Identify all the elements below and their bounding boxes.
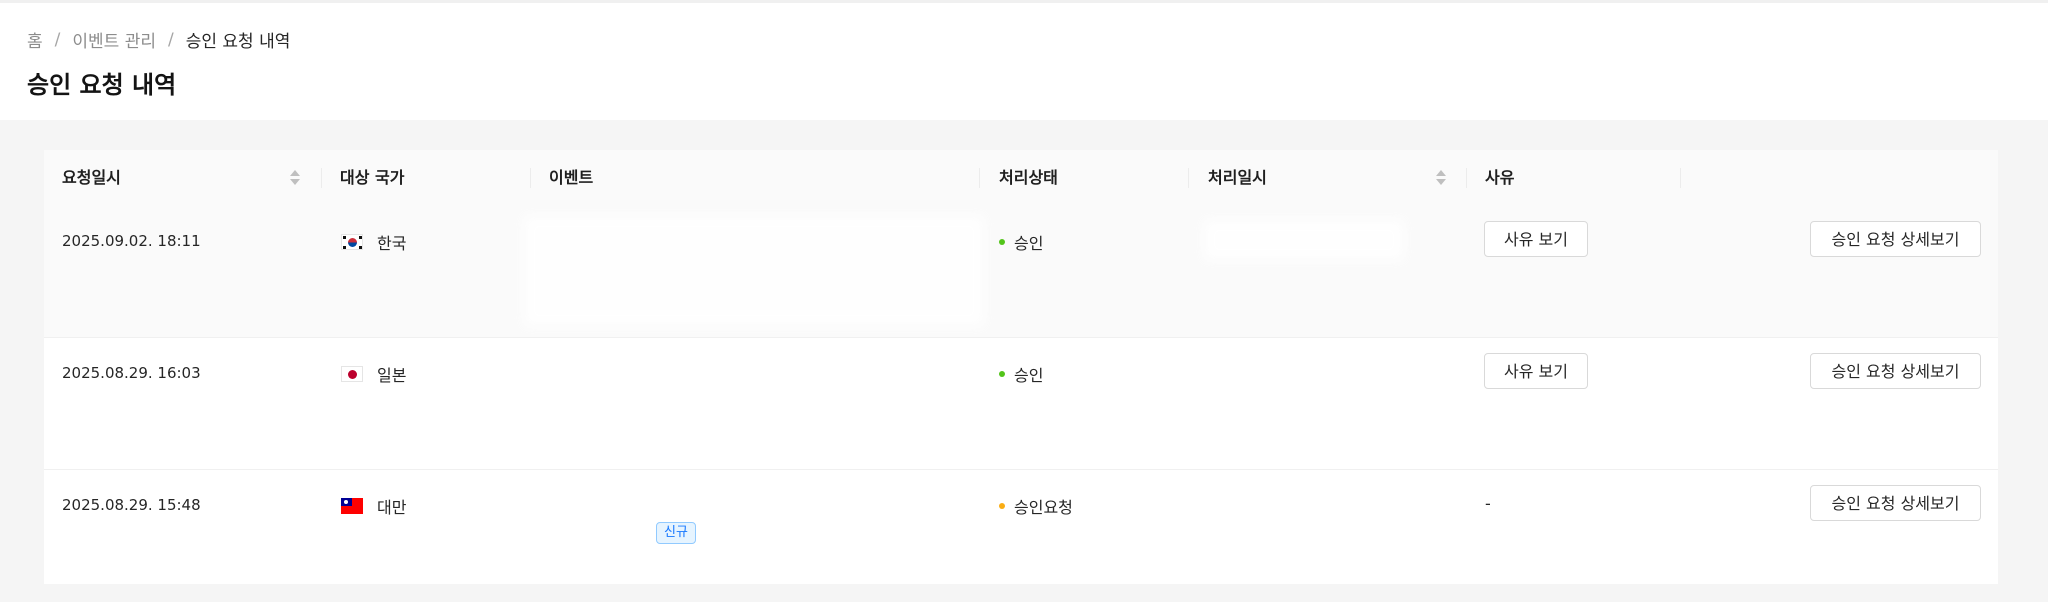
new-badge: 신규	[656, 522, 696, 544]
country-name: 일본	[377, 366, 407, 385]
requested-at-cell: 2025.08.29. 15:48	[62, 496, 201, 514]
column-header-reason: 사유	[1485, 168, 1515, 187]
column-header-processed-at[interactable]: 처리일시	[1208, 150, 1267, 206]
status-dot-icon	[999, 371, 1005, 377]
status-dot-icon	[999, 239, 1005, 245]
requested-at-cell: 2025.08.29. 16:03	[62, 364, 201, 382]
view-request-detail-button[interactable]: 승인 요청 상세보기	[1810, 485, 1981, 521]
page-title: 승인 요청 내역	[27, 71, 177, 99]
page-header: 홈 / 이벤트 관리 / 승인 요청 내역 승인 요청 내역	[0, 0, 2048, 120]
column-header-requested-at[interactable]: 요청일시	[62, 150, 121, 206]
country-name: 한국	[377, 234, 407, 253]
reason-cell: -	[1485, 494, 1491, 513]
view-request-detail-button[interactable]: 승인 요청 상세보기	[1810, 221, 1981, 257]
column-divider	[321, 168, 322, 188]
table-row: 2025.09.02. 18:11 한국 승인 사유 보기 승인 요청 상세보기	[44, 206, 1998, 338]
sort-icon[interactable]	[1436, 170, 1446, 188]
column-header-event: 이벤트	[549, 168, 594, 187]
table-row: 2025.08.29. 15:48 대만 신규 승인요청 - 승인 요청 상세보…	[44, 470, 1998, 602]
status-label: 승인요청	[1014, 498, 1073, 517]
country-cell: 한국	[341, 230, 406, 254]
event-cell	[524, 216, 984, 326]
requested-at-cell: 2025.09.02. 18:11	[62, 232, 201, 250]
breadcrumb: 홈 / 이벤트 관리 / 승인 요청 내역	[27, 27, 291, 53]
status-label: 승인	[1014, 234, 1044, 253]
column-divider	[1466, 168, 1467, 188]
view-request-detail-button[interactable]: 승인 요청 상세보기	[1810, 353, 1981, 389]
column-header-country: 대상 국가	[340, 168, 405, 187]
column-divider	[979, 168, 980, 188]
table-row: 2025.08.29. 16:03 일본 승인 사유 보기 승인 요청 상세보기	[44, 338, 1998, 470]
flag-jp-icon	[341, 366, 363, 382]
status-cell: 승인	[999, 362, 1043, 386]
approval-request-table: 요청일시 대상 국가 이벤트 처리상태 처리일시 사유 2025.09.02. …	[44, 150, 1998, 584]
column-divider	[1188, 168, 1189, 188]
column-header-status: 처리상태	[999, 168, 1058, 187]
table-header: 요청일시 대상 국가 이벤트 처리상태 처리일시 사유	[44, 150, 1998, 206]
country-cell: 일본	[341, 362, 406, 386]
breadcrumb-home[interactable]: 홈	[27, 27, 43, 52]
breadcrumb-event-management[interactable]: 이벤트 관리	[72, 27, 156, 52]
processed-at-cell	[1204, 220, 1404, 260]
status-cell: 승인요청	[999, 494, 1073, 518]
flag-tw-icon	[341, 498, 363, 514]
status-dot-icon	[999, 503, 1005, 509]
breadcrumb-separator: /	[167, 29, 174, 50]
column-divider	[1680, 168, 1681, 188]
view-reason-button[interactable]: 사유 보기	[1484, 221, 1588, 257]
column-divider	[530, 168, 531, 188]
breadcrumb-current: 승인 요청 내역	[185, 32, 291, 52]
view-reason-button[interactable]: 사유 보기	[1484, 353, 1588, 389]
status-label: 승인	[1014, 366, 1044, 385]
country-name: 대만	[377, 498, 407, 517]
country-cell: 대만	[341, 494, 406, 518]
flag-kr-icon	[341, 234, 363, 250]
breadcrumb-separator: /	[54, 29, 61, 50]
sort-icon[interactable]	[290, 170, 300, 188]
status-cell: 승인	[999, 230, 1043, 254]
